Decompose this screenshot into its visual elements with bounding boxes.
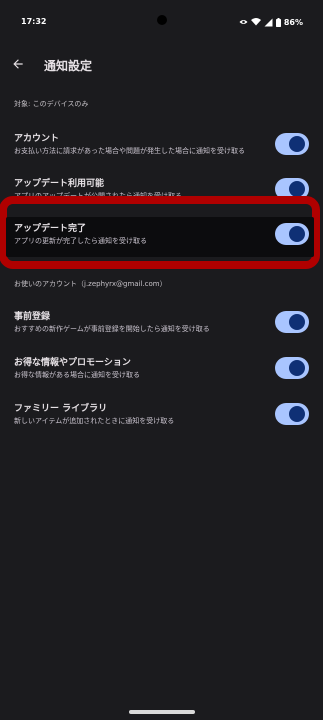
- setting-title: アカウント: [14, 134, 60, 144]
- switch-thumb: [289, 314, 305, 330]
- arrow-back-icon: [11, 56, 25, 75]
- setting-description: お得な情報がある場合に通知を受け取る: [14, 371, 140, 379]
- setting-title: アップデート利用可能: [14, 179, 105, 189]
- setting-description: おすすめの新作ゲームが事前登録を開始したら通知を受け取る: [14, 325, 210, 333]
- status-icons: 86%: [239, 16, 303, 28]
- setting-title: お得な情報やプロモーション: [14, 358, 131, 368]
- setting-description: 新しいアイテムが追加されたときに通知を受け取る: [14, 417, 175, 425]
- status-bar: 17:32 86%: [0, 0, 323, 48]
- eye-icon: [239, 18, 248, 26]
- status-time: 17:32: [21, 17, 47, 26]
- app-bar: 通知設定: [0, 48, 323, 84]
- toggle-switch-family-library[interactable]: [275, 403, 309, 425]
- switch-thumb: [289, 181, 305, 197]
- switch-thumb: [289, 136, 305, 152]
- switch-thumb: [289, 406, 305, 422]
- setting-description: アプリの更新が完了したら通知を受け取る: [14, 237, 147, 245]
- switch-thumb: [289, 226, 305, 242]
- setting-row-pre-registration[interactable]: 事前登録 おすすめの新作ゲームが事前登録を開始したら通知を受け取る: [0, 305, 323, 345]
- front-camera: [157, 15, 167, 25]
- section-label-device: 対象: このデバイスのみ: [14, 100, 89, 108]
- setting-title: 事前登録: [14, 312, 51, 322]
- signal-icon: [264, 18, 273, 27]
- toggle-switch-update-complete[interactable]: [275, 223, 309, 245]
- setting-title: ファミリー ライブラリ: [14, 404, 108, 414]
- back-button[interactable]: [6, 53, 30, 77]
- setting-row-deals-promotions[interactable]: お得な情報やプロモーション お得な情報がある場合に通知を受け取る: [0, 351, 323, 391]
- setting-title: アップデート完了: [14, 224, 87, 234]
- setting-description: お支払い方法に請求があった場合や問題が発生した場合に通知を受け取る: [14, 147, 245, 155]
- section-label-account: お使いのアカウント（j.zephyrx@gmail.com）: [14, 280, 167, 288]
- toggle-switch-pre-registration[interactable]: [275, 311, 309, 333]
- setting-row-family-library[interactable]: ファミリー ライブラリ 新しいアイテムが追加されたときに通知を受け取る: [0, 397, 323, 437]
- toggle-switch-account[interactable]: [275, 133, 309, 155]
- battery-percent: 86%: [283, 17, 303, 27]
- home-indicator[interactable]: [129, 710, 195, 714]
- battery-icon: [275, 17, 281, 27]
- setting-row-account[interactable]: アカウント お支払い方法に請求があった場合や問題が発生した場合に通知を受け取る: [0, 127, 323, 167]
- switch-thumb: [289, 360, 305, 376]
- page-title: 通知設定: [44, 59, 93, 73]
- wifi-icon: [250, 18, 261, 26]
- setting-row-update-complete[interactable]: アップデート完了 アプリの更新が完了したら通知を受け取る: [6, 217, 314, 257]
- toggle-switch-deals-promotions[interactable]: [275, 357, 309, 379]
